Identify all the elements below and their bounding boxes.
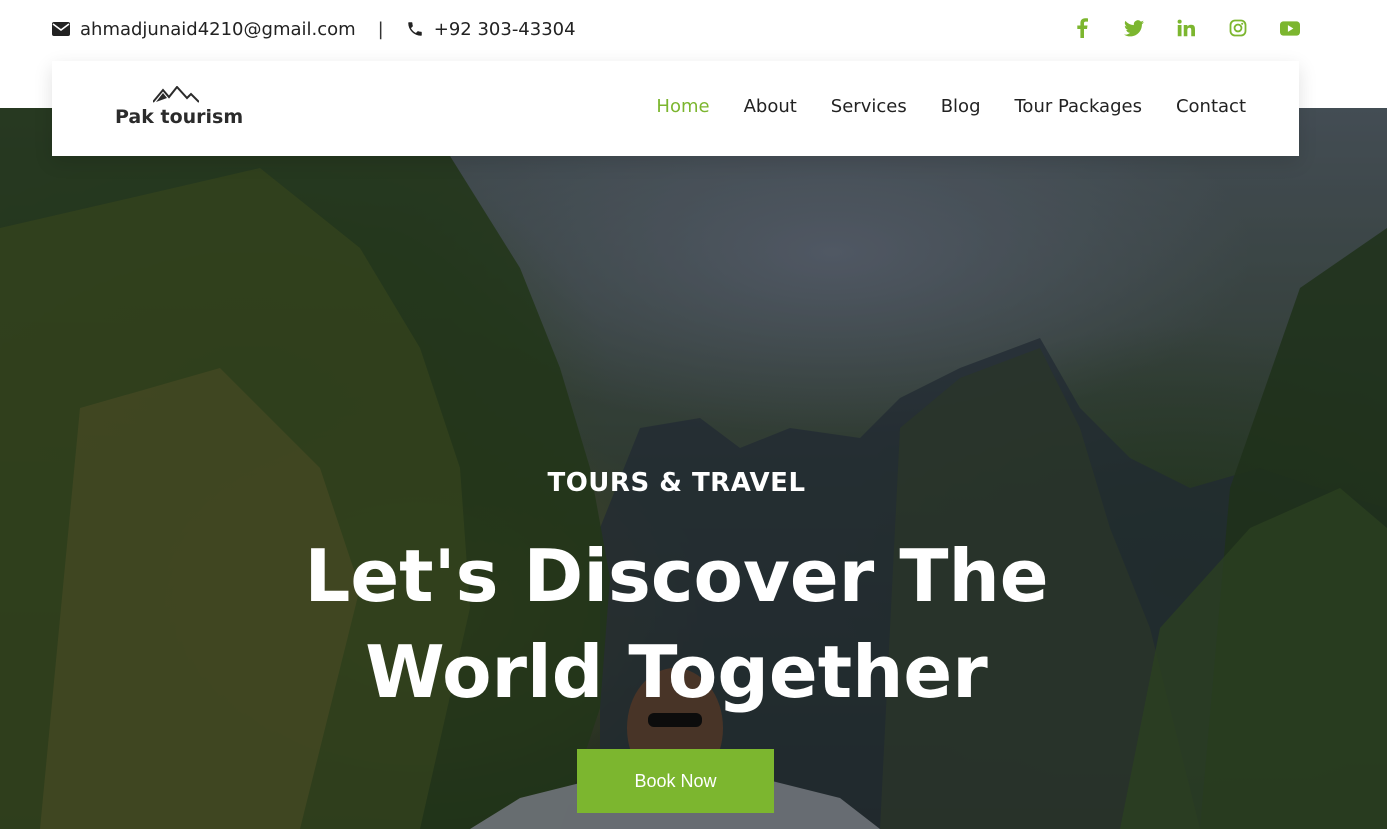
linkedin-icon[interactable]: [1175, 17, 1197, 39]
nav-menu: Home About Services Blog Tour Packages C…: [656, 96, 1246, 117]
instagram-icon[interactable]: [1227, 17, 1249, 39]
facebook-icon[interactable]: [1071, 17, 1093, 39]
book-now-button[interactable]: Book Now: [577, 749, 774, 813]
social-links: [1071, 17, 1301, 39]
nav-item-services[interactable]: Services: [831, 96, 907, 117]
nav-item-about[interactable]: About: [744, 96, 797, 117]
nav-item-blog[interactable]: Blog: [941, 96, 981, 117]
nav-item-home[interactable]: Home: [656, 96, 709, 117]
envelope-icon: [52, 20, 70, 38]
twitter-icon[interactable]: [1123, 17, 1145, 39]
main-navbar: Pak tourism Home About Services Blog Tou…: [52, 61, 1299, 156]
phone-text[interactable]: +92 303-43304: [434, 19, 576, 40]
nav-item-contact[interactable]: Contact: [1176, 96, 1246, 117]
nav-item-tour-packages[interactable]: Tour Packages: [1015, 96, 1142, 117]
contact-info: ahmadjunaid4210@gmail.com | +92 303-4330…: [52, 17, 576, 41]
email-text[interactable]: ahmadjunaid4210@gmail.com: [80, 19, 356, 40]
hero-headline-line-2: World Together: [365, 630, 988, 714]
brand-logo[interactable]: Pak tourism: [115, 84, 245, 134]
hero-headline-line-1: Let's Discover The: [304, 534, 1049, 618]
hero-kicker: TOURS & TRAVEL: [547, 468, 806, 498]
phone-icon: [406, 20, 424, 38]
youtube-icon[interactable]: [1279, 17, 1301, 39]
hero-headline: Let's Discover The World Together: [0, 528, 1353, 720]
brand-name: Pak tourism: [115, 106, 244, 128]
mountains-icon: [153, 86, 199, 103]
contact-separator: |: [377, 18, 384, 40]
